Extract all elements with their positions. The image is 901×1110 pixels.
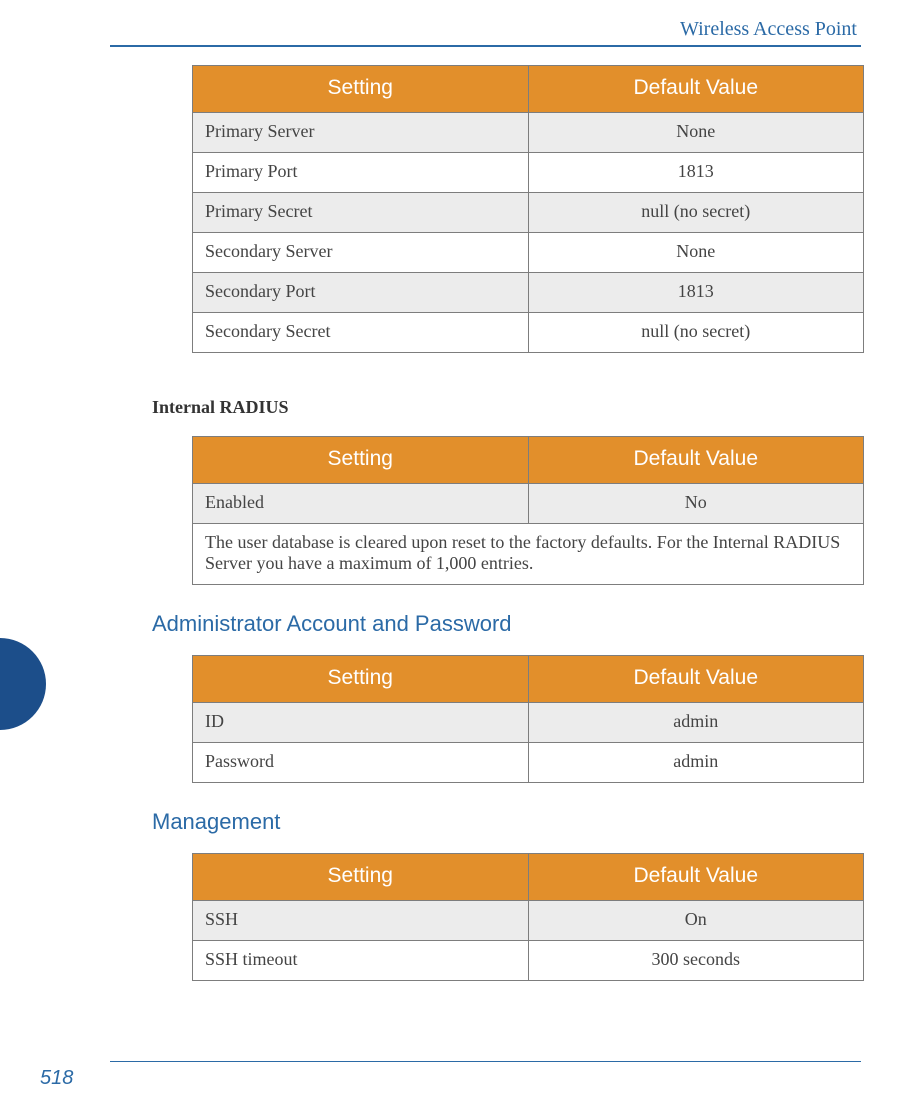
cell-value: 1813 xyxy=(528,153,864,193)
col-header-setting: Setting xyxy=(193,854,529,901)
cell-value: No xyxy=(528,484,864,524)
table-row: Primary Port 1813 xyxy=(193,153,864,193)
table-header-row: Setting Default Value xyxy=(193,437,864,484)
page-container: Wireless Access Point Setting Default Va… xyxy=(0,0,901,1110)
cell-value: 1813 xyxy=(528,273,864,313)
footer-rule xyxy=(110,1061,861,1062)
table-header-row: Setting Default Value xyxy=(193,656,864,703)
running-header: Wireless Access Point xyxy=(40,18,861,45)
cell-setting: Secondary Port xyxy=(193,273,529,313)
cell-value: 300 seconds xyxy=(528,941,864,981)
table-row: Password admin xyxy=(193,743,864,783)
table-row: The user database is cleared upon reset … xyxy=(193,524,864,585)
cell-value: admin xyxy=(528,743,864,783)
cell-note: The user database is cleared upon reset … xyxy=(193,524,864,585)
cell-setting: Password xyxy=(193,743,529,783)
table-row: Secondary Server None xyxy=(193,233,864,273)
table-admin-account: Setting Default Value ID admin Password … xyxy=(192,655,864,783)
cell-setting: Primary Secret xyxy=(193,193,529,233)
table-internal-radius-wrap: Setting Default Value Enabled No The use… xyxy=(192,436,864,585)
col-header-setting: Setting xyxy=(193,437,529,484)
cell-setting: ID xyxy=(193,703,529,743)
heading-admin-account: Administrator Account and Password xyxy=(152,611,861,637)
table-header-row: Setting Default Value xyxy=(193,854,864,901)
table-row: ID admin xyxy=(193,703,864,743)
table-row: Primary Secret null (no secret) xyxy=(193,193,864,233)
cell-value: On xyxy=(528,901,864,941)
cell-setting: Primary Server xyxy=(193,113,529,153)
table-management: Setting Default Value SSH On SSH timeout… xyxy=(192,853,864,981)
table-row: SSH timeout 300 seconds xyxy=(193,941,864,981)
cell-setting: Secondary Secret xyxy=(193,313,529,353)
table-row: Primary Server None xyxy=(193,113,864,153)
table-row: Enabled No xyxy=(193,484,864,524)
heading-management: Management xyxy=(152,809,861,835)
cell-setting: Primary Port xyxy=(193,153,529,193)
cell-value: null (no secret) xyxy=(528,193,864,233)
table-radius-wrap: Setting Default Value Primary Server Non… xyxy=(192,65,864,353)
table-radius: Setting Default Value Primary Server Non… xyxy=(192,65,864,353)
col-header-setting: Setting xyxy=(193,656,529,703)
col-header-default-value: Default Value xyxy=(528,854,864,901)
cell-value: None xyxy=(528,233,864,273)
table-management-wrap: Setting Default Value SSH On SSH timeout… xyxy=(192,853,864,981)
side-thumb-tab xyxy=(0,638,46,730)
cell-setting: Secondary Server xyxy=(193,233,529,273)
cell-value: admin xyxy=(528,703,864,743)
col-header-default-value: Default Value xyxy=(528,437,864,484)
table-header-row: Setting Default Value xyxy=(193,66,864,113)
table-row: Secondary Port 1813 xyxy=(193,273,864,313)
table-internal-radius: Setting Default Value Enabled No The use… xyxy=(192,436,864,585)
table-row: SSH On xyxy=(193,901,864,941)
col-header-default-value: Default Value xyxy=(528,656,864,703)
header-rule xyxy=(110,45,861,47)
cell-setting: SSH xyxy=(193,901,529,941)
cell-value: null (no secret) xyxy=(528,313,864,353)
col-header-default-value: Default Value xyxy=(528,66,864,113)
cell-setting: Enabled xyxy=(193,484,529,524)
col-header-setting: Setting xyxy=(193,66,529,113)
cell-setting: SSH timeout xyxy=(193,941,529,981)
cell-value: None xyxy=(528,113,864,153)
heading-internal-radius: Internal RADIUS xyxy=(152,397,861,418)
page-number: 518 xyxy=(40,1067,73,1090)
table-row: Secondary Secret null (no secret) xyxy=(193,313,864,353)
table-admin-account-wrap: Setting Default Value ID admin Password … xyxy=(192,655,864,783)
